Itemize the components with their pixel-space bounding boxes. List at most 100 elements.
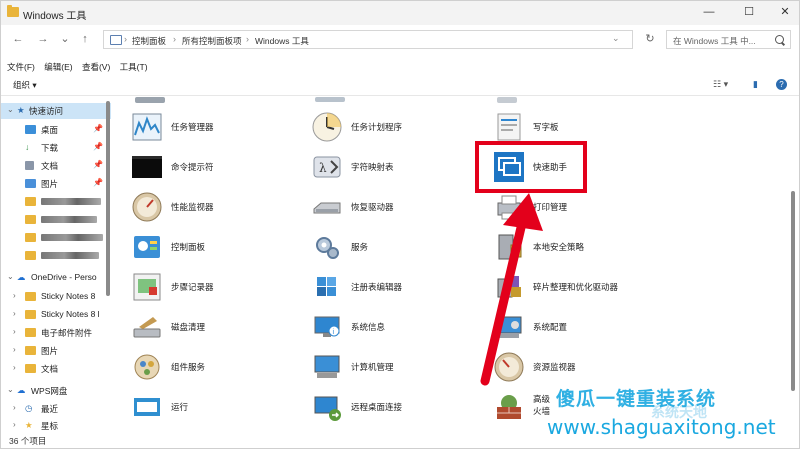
sidebar-item-recent[interactable]: › ◷ 最近	[1, 401, 111, 417]
sidebar-item-email-attachments[interactable]: › 电子邮件附件	[1, 325, 111, 341]
desktop-icon	[25, 125, 36, 134]
sidebar-label: 下载	[41, 143, 59, 153]
breadcrumb-separator: ›	[124, 34, 127, 44]
system-information-icon: i	[314, 316, 340, 337]
tool-label: 注册表编辑器	[351, 282, 403, 292]
sidebar-item-folder-redacted[interactable]	[1, 230, 111, 246]
task-manager-icon	[132, 113, 162, 141]
tool-label: 高级 火墙	[533, 394, 551, 416]
maximize-button[interactable]: ☐	[741, 5, 757, 19]
tool-disk-cleanup[interactable]: 磁盘清理	[131, 309, 301, 345]
tool-label: 计算机管理	[351, 362, 394, 372]
sidebar-label: 桌面	[41, 125, 59, 135]
tool-system-information[interactable]: i 系统信息	[311, 309, 481, 345]
partial-item-icon	[497, 97, 517, 103]
task-scheduler-icon	[312, 112, 342, 142]
tool-steps-recorder[interactable]: 步骤记录器	[131, 269, 301, 305]
menu-view[interactable]: 查看(V)	[82, 62, 110, 72]
menu-edit[interactable]: 编辑(E)	[44, 62, 72, 72]
window-title: Windows 工具	[23, 11, 87, 22]
breadcrumb-all-items[interactable]: 所有控制面板项	[182, 35, 242, 47]
folder-icon	[25, 197, 36, 206]
firewall-icon	[497, 395, 521, 419]
sidebar-item-desktop[interactable]: 桌面 📌	[1, 122, 111, 138]
sidebar-item-documents[interactable]: 文档 📌	[1, 158, 111, 174]
content-scrollbar[interactable]	[791, 191, 795, 391]
tool-performance-monitor[interactable]: 性能监视器	[131, 189, 301, 225]
tool-command-prompt[interactable]: 命令提示符	[131, 149, 301, 185]
sidebar-label: Sticky Notes 8 l	[41, 309, 100, 319]
address-dropdown-button[interactable]: ⌄	[612, 33, 620, 44]
help-icon[interactable]: ?	[776, 79, 787, 90]
collapse-icon: ⌄	[7, 385, 14, 394]
tool-label: 控制面板	[171, 242, 206, 252]
tool-character-map[interactable]: λ 字符映射表	[311, 149, 481, 185]
sidebar-label: 文档	[41, 364, 59, 374]
tool-label: 远程桌面连接	[351, 402, 403, 412]
tool-label: 运行	[171, 402, 189, 412]
menu-file[interactable]: 文件(F)	[7, 62, 35, 72]
tool-task-scheduler[interactable]: 任务计划程序	[311, 109, 481, 145]
tool-wordpad[interactable]: 写字板	[493, 109, 663, 145]
tool-remote-desktop[interactable]: 远程桌面连接	[311, 389, 481, 425]
sidebar-item-downloads[interactable]: ↓ 下载 📌	[1, 140, 111, 156]
breadcrumb-windows-tools[interactable]: Windows 工具	[255, 35, 309, 47]
tool-computer-management[interactable]: 计算机管理	[311, 349, 481, 385]
star-icon: ★	[25, 420, 33, 430]
disk-cleanup-icon	[133, 317, 161, 338]
view-options-icon[interactable]: ☷ ▾	[713, 79, 728, 90]
sidebar-item-od-pictures[interactable]: › 图片	[1, 343, 111, 359]
file-list: 任务管理器 命令提示符 性能监视器 控制面板 步骤记录器 磁盘清理 组件服务 运…	[117, 97, 787, 433]
folder-icon	[25, 215, 36, 224]
expand-icon: ›	[13, 345, 16, 354]
pin-icon: 📌	[93, 142, 103, 151]
tool-run[interactable]: 运行	[131, 389, 301, 425]
status-item-count: 36 个项目	[9, 436, 47, 446]
tool-label: 组件服务	[171, 362, 206, 372]
folder-icon	[25, 364, 36, 373]
sidebar-onedrive[interactable]: ⌄ ☁ OneDrive - Perso	[1, 270, 111, 286]
sidebar-scrollbar[interactable]	[106, 101, 110, 296]
tool-task-manager[interactable]: 任务管理器	[131, 109, 301, 145]
recent-locations-button[interactable]: ⌄	[58, 32, 72, 46]
refresh-button[interactable]: ↻	[643, 32, 657, 46]
folder-icon	[25, 251, 36, 260]
sidebar-label: 星标	[41, 421, 59, 431]
control-panel-icon	[134, 236, 160, 258]
tool-label: 任务计划程序	[351, 122, 403, 132]
cloud-icon: ☁	[17, 385, 26, 395]
sidebar-item-folder-redacted[interactable]	[1, 194, 111, 210]
sidebar-item-folder-redacted[interactable]	[1, 212, 111, 228]
tool-registry-editor[interactable]: 注册表编辑器	[311, 269, 481, 305]
sidebar-label: 最近	[41, 404, 59, 414]
sidebar-item-sticky-notes[interactable]: › Sticky Notes 8	[1, 289, 111, 305]
download-icon: ↓	[25, 142, 30, 152]
preview-pane-icon[interactable]: ▮	[753, 79, 758, 90]
sidebar-item-pictures[interactable]: 图片 📌	[1, 176, 111, 192]
tool-recovery-drive[interactable]: 恢复驱动器	[311, 189, 481, 225]
sidebar-item-od-documents[interactable]: › 文档	[1, 361, 111, 377]
minimize-button[interactable]: —	[701, 5, 717, 19]
tool-component-services[interactable]: 组件服务	[131, 349, 301, 385]
address-bar[interactable]: › 控制面板 › 所有控制面板项 › Windows 工具 ⌄	[103, 30, 633, 49]
folder-icon	[25, 328, 36, 337]
tool-control-panel[interactable]: 控制面板	[131, 229, 301, 265]
tool-label: 字符映射表	[351, 162, 394, 172]
sidebar-wps[interactable]: ⌄ ☁ WPS网盘	[1, 383, 111, 399]
breadcrumb-control-panel[interactable]: 控制面板	[132, 35, 166, 47]
tool-services[interactable]: 服务	[311, 229, 481, 265]
sidebar-item-starred[interactable]: › ★ 星标	[1, 418, 111, 434]
menu-tools[interactable]: 工具(T)	[120, 62, 148, 72]
sidebar-item-sticky-notes-2[interactable]: › Sticky Notes 8 l	[1, 307, 111, 323]
forward-button[interactable]: →	[36, 32, 50, 46]
close-button[interactable]: ✕	[777, 5, 793, 19]
search-box[interactable]: 在 Windows 工具 中...	[666, 30, 791, 49]
sidebar-item-folder-redacted[interactable]	[1, 248, 111, 264]
back-button[interactable]: ←	[11, 32, 25, 46]
sidebar-quick-access[interactable]: ⌄ ★ 快速访问	[1, 103, 111, 119]
organize-button[interactable]: 组织 ▾	[13, 79, 37, 91]
expand-icon: ›	[13, 327, 16, 336]
sidebar-label: 图片	[41, 179, 59, 189]
pin-icon: 📌	[93, 178, 103, 187]
up-button[interactable]: ↑	[78, 32, 92, 46]
